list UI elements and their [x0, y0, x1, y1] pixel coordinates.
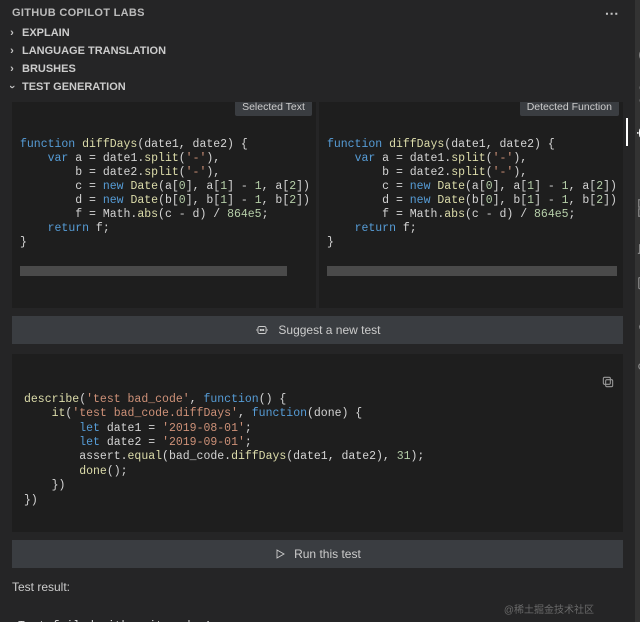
- section-label: LANGUAGE TRANSLATION: [22, 45, 166, 57]
- code-comparison-row: Selected Text function diffDays(date1, d…: [12, 102, 623, 308]
- horizontal-scrollbar[interactable]: [20, 266, 310, 276]
- section-brushes[interactable]: › BRUSHES: [0, 60, 635, 78]
- run-test-button[interactable]: Run this test: [12, 540, 623, 568]
- chart-icon[interactable]: [635, 234, 640, 258]
- copilot-icon: [254, 323, 270, 337]
- source-control-icon[interactable]: 6: [635, 82, 640, 106]
- explorer-icon[interactable]: [635, 6, 640, 30]
- test-generation-content: Selected Text function diffDays(date1, d…: [0, 96, 635, 622]
- remote-icon[interactable]: [635, 272, 640, 296]
- section-label: EXPLAIN: [22, 27, 70, 39]
- more-actions-icon[interactable]: ⋯: [601, 6, 623, 20]
- code-tag-detected: Detected Function: [520, 102, 619, 116]
- suggest-test-button[interactable]: Suggest a new test: [12, 316, 623, 344]
- section-test-generation[interactable]: › TEST GENERATION: [0, 78, 635, 96]
- chevron-down-icon: ›: [6, 81, 18, 93]
- generated-test-code: describe('test bad_code', function() { i…: [12, 354, 623, 532]
- debug-icon[interactable]: [635, 348, 640, 372]
- chevron-right-icon: ›: [6, 63, 18, 75]
- selected-text-code: Selected Text function diffDays(date1, d…: [12, 102, 316, 308]
- activity-bar: 6: [635, 0, 640, 622]
- chevron-right-icon: ›: [6, 45, 18, 57]
- code-tag-selected: Selected Text: [235, 102, 312, 116]
- search-icon[interactable]: [635, 44, 640, 68]
- panel-title: GITHUB COPILOT LABS: [12, 7, 145, 19]
- detected-function-code: Detected Function function diffDays(date…: [319, 102, 623, 308]
- openai-icon[interactable]: [635, 158, 640, 182]
- section-language-translation[interactable]: › LANGUAGE TRANSLATION: [0, 42, 635, 60]
- button-label: Suggest a new test: [278, 323, 380, 337]
- copilot-labs-panel: GITHUB COPILOT LABS ⋯ › EXPLAIN › LANGUA…: [0, 0, 635, 622]
- play-icon: [274, 548, 286, 560]
- panel-header: GITHUB COPILOT LABS ⋯: [0, 0, 635, 24]
- extensions-icon[interactable]: [635, 196, 640, 220]
- horizontal-scrollbar[interactable]: [327, 266, 617, 276]
- testing-icon[interactable]: [635, 310, 640, 334]
- copilot-labs-icon[interactable]: [635, 120, 640, 144]
- section-explain[interactable]: › EXPLAIN: [0, 24, 635, 42]
- chevron-right-icon: ›: [6, 27, 18, 39]
- copy-icon[interactable]: [546, 360, 615, 408]
- section-label: BRUSHES: [22, 63, 76, 75]
- button-label: Run this test: [294, 547, 361, 561]
- watermark-text: @稀土掘金技术社区: [504, 601, 594, 616]
- section-label: TEST GENERATION: [22, 81, 126, 93]
- test-result-label: Test result:: [12, 580, 623, 594]
